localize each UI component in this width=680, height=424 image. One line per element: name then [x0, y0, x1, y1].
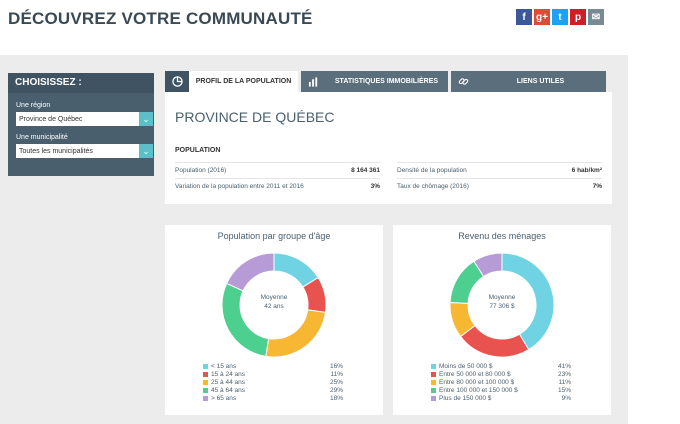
stat-density-value: 6 hab/km² — [571, 167, 602, 174]
tab-links[interactable]: LIENS UTILES — [451, 71, 606, 92]
googleplus-icon[interactable]: g+ — [534, 9, 550, 25]
stat-population: Population (2016) 8 164 361 — [175, 162, 380, 174]
age-legend: < 15 ans 16% 15 à 24 ans 11% 25 à 44 ans 25% 4… — [203, 362, 343, 402]
donut-center-value: 77 306 $ — [489, 303, 515, 310]
municipality-select-value: Toutes les municipalités — [19, 147, 93, 155]
facebook-icon[interactable]: f — [516, 9, 532, 25]
legend-label: < 15 ans — [211, 362, 237, 370]
chart-title: Population par groupe d'âge — [217, 231, 331, 241]
legend-value: 16% — [329, 362, 343, 370]
donut-center-label: Moyenne — [260, 294, 288, 301]
legend-label: Entre 100 000 et 150 000 $ — [439, 386, 518, 394]
legend-swatch — [431, 371, 436, 377]
legend-label: 45 à 64 ans — [211, 386, 245, 394]
legend-value: 25% — [329, 378, 343, 386]
legend-row: Plus de 150 000 $ 9% — [431, 394, 571, 402]
legend-value: 23% — [557, 370, 571, 378]
legend-swatch — [431, 379, 436, 385]
legend-swatch — [203, 395, 208, 401]
stat-variation-label: Variation de la population entre 2011 et… — [175, 183, 304, 190]
donut-slice-2[interactable] — [265, 309, 327, 358]
legend-label: Entre 50 000 et 80 000 $ — [439, 370, 511, 378]
twitter-icon[interactable]: t — [552, 9, 568, 25]
legend-swatch — [431, 387, 436, 393]
tab-bar: PROFIL DE LA POPULATION STATISTIQUES IMM… — [165, 71, 606, 92]
donut-center-label: Moyenne — [488, 294, 516, 301]
donut-center: Moyenne 42 ans — [239, 293, 309, 311]
tab-links-label: LIENS UTILES — [516, 78, 565, 85]
stat-density-label: Densité de la population — [397, 167, 467, 174]
region-select[interactable]: Province de Québec ⌄ — [16, 112, 153, 126]
municipality-label: Une municipalité — [16, 134, 68, 141]
legend-label: > 65 ans — [211, 394, 237, 402]
legend-row: 25 à 44 ans 25% — [203, 378, 343, 386]
income-legend: Moins de 50 000 $41% Entre 50 000 et 80 0… — [431, 362, 571, 402]
legend-row: 45 à 64 ans 29% — [203, 386, 343, 394]
donut-center-value: 42 ans — [264, 303, 284, 310]
legend-value: 9% — [561, 394, 571, 402]
tab-profile-label: PROFIL DE LA POPULATION — [195, 78, 292, 85]
population-heading: POPULATION — [175, 147, 221, 154]
legend-label: 25 à 44 ans — [211, 378, 245, 386]
province-title: PROVINCE DE QUÉBEC — [175, 109, 335, 125]
link-icon — [451, 71, 475, 92]
stat-unemployment: Taux de chômage (2016) 7% — [397, 178, 602, 190]
chevron-down-icon[interactable]: ⌄ — [139, 112, 153, 126]
email-icon[interactable]: ✉ — [588, 9, 604, 25]
pinterest-icon[interactable]: p — [570, 9, 586, 25]
region-label: Une région — [16, 102, 51, 109]
legend-swatch — [203, 387, 208, 393]
tab-stats-label: STATISTIQUES IMMOBILIÈRES — [334, 78, 439, 85]
legend-row: 15 à 24 ans 11% — [203, 370, 343, 378]
legend-row: Moins de 50 000 $ 41% — [431, 362, 571, 370]
chart-title: Revenu des ménages — [458, 231, 546, 241]
bar-chart-icon — [301, 71, 325, 92]
legend-label: Entre 80 000 et 100 000 $ — [439, 378, 515, 386]
page-title: DÉCOUVREZ VOTRE COMMUNAUTÉ — [8, 9, 313, 28]
legend-value: 41% — [557, 362, 571, 370]
legend-value: 18% — [329, 394, 343, 402]
legend-swatch — [203, 363, 208, 369]
legend-swatch — [203, 371, 208, 377]
stat-density: Densité de la population 6 hab/km² — [397, 162, 602, 174]
legend-row: Entre 100 000 et 150 000 $ 15% — [431, 386, 571, 394]
social-share-bar: f g+ t p ✉ — [516, 9, 604, 25]
stat-unemployment-label: Taux de chômage (2016) — [397, 183, 469, 190]
pie-chart-icon — [165, 71, 189, 92]
sidebar-filter: CHOISISSEZ : Une région Province de Québ… — [8, 73, 154, 176]
municipality-select[interactable]: Toutes les municipalités ⌄ — [16, 144, 153, 158]
legend-label: Plus de 150 000 $ — [439, 394, 492, 402]
donut-center: Moyenne 77 306 $ — [467, 293, 537, 311]
legend-row: > 65 ans 18% — [203, 394, 343, 402]
legend-row: Entre 50 000 et 80 000 $ 23% — [431, 370, 571, 378]
legend-value: 11% — [558, 378, 571, 386]
legend-value: 15% — [557, 386, 571, 394]
age-chart-card: Population par groupe d'âge Moyenne 42 a… — [165, 225, 383, 415]
legend-label: Moins de 50 000 $ — [439, 362, 493, 370]
stat-variation: Variation de la population entre 2011 et… — [175, 178, 380, 190]
legend-swatch — [431, 363, 436, 369]
legend-value: 29% — [329, 386, 343, 394]
stat-variation-value: 3% — [370, 183, 380, 190]
stat-unemployment-value: 7% — [592, 183, 602, 190]
legend-label: 15 à 24 ans — [211, 370, 245, 378]
tab-profile[interactable]: PROFIL DE LA POPULATION — [165, 71, 298, 92]
region-select-value: Province de Québec — [19, 115, 83, 123]
profile-card: PROVINCE DE QUÉBEC POPULATION Population… — [165, 92, 612, 204]
donut-slice-4[interactable] — [226, 252, 275, 292]
sidebar-title: CHOISISSEZ : — [8, 73, 154, 93]
tab-stats[interactable]: STATISTIQUES IMMOBILIÈRES — [301, 71, 448, 92]
income-chart-card: Revenu des ménages Moyenne 77 306 $ Moin… — [393, 225, 611, 415]
legend-row: Entre 80 000 et 100 000 $ 11% — [431, 378, 571, 386]
legend-value: 11% — [330, 370, 343, 378]
stat-population-value: 8 164 361 — [351, 167, 380, 174]
stat-population-label: Population (2016) — [175, 167, 227, 174]
legend-swatch — [431, 395, 436, 401]
donut-slice-1[interactable] — [459, 324, 530, 358]
chevron-down-icon[interactable]: ⌄ — [139, 144, 153, 158]
legend-swatch — [203, 379, 208, 385]
legend-row: < 15 ans 16% — [203, 362, 343, 370]
